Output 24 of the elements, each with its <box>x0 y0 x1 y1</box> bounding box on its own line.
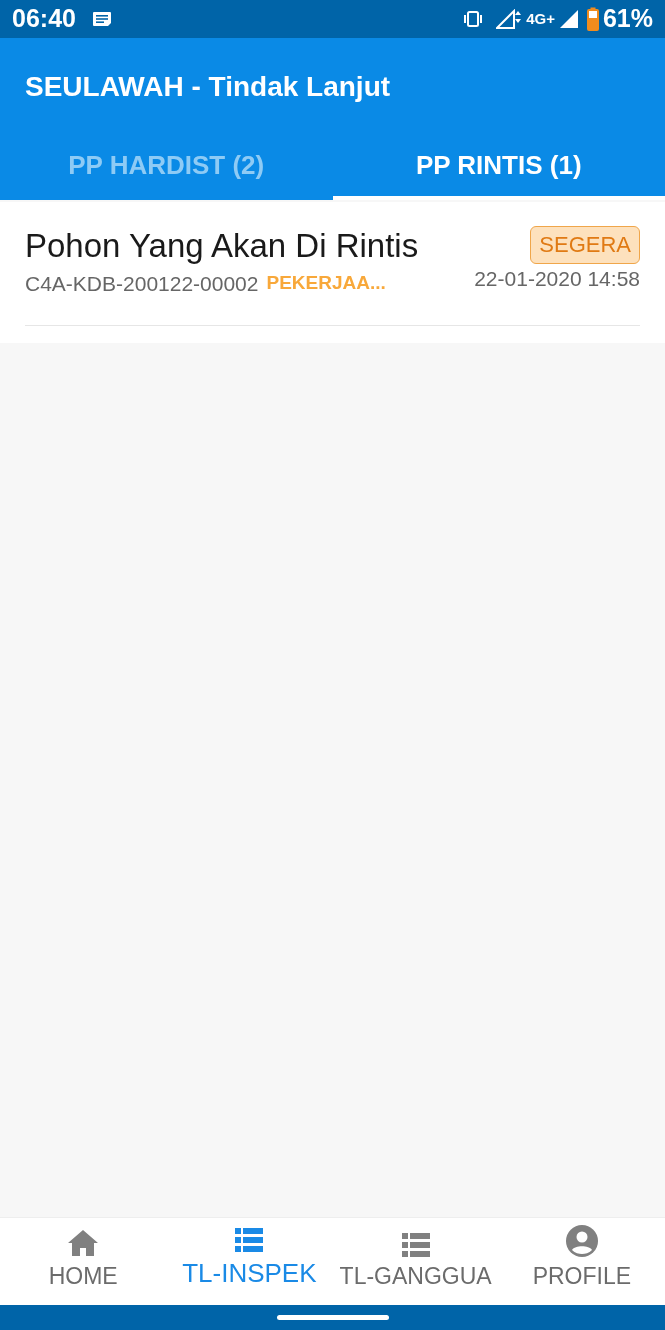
signal-icon <box>558 9 579 29</box>
home-icon <box>67 1228 100 1257</box>
item-code: C4A-KDB-200122-00002 <box>25 270 259 297</box>
battery-icon <box>586 7 599 31</box>
list-item[interactable]: Pohon Yang Akan Di Rintis SEGERA C4A-KDB-200122-00002 PEKERJAA... 22-01-2020 14:58 <box>0 202 665 343</box>
list-icon <box>401 1232 430 1257</box>
nav-item[interactable]: PROFILE <box>498 1218 665 1305</box>
item-status: PEKERJAA... <box>266 271 386 296</box>
priority-badge: SEGERA <box>530 226 640 265</box>
battery-percent: 61% <box>602 3 653 35</box>
message-icon <box>91 11 112 27</box>
nav-item[interactable]: TL-GANGGUA <box>332 1218 499 1305</box>
home-handle[interactable] <box>276 1315 389 1320</box>
status-time: 06:40 <box>12 3 76 35</box>
network-type: 4G+ <box>526 8 555 29</box>
nav-item[interactable]: HOME <box>0 1218 167 1305</box>
vibrate-icon <box>462 11 485 27</box>
item-datetime: 22-01-2020 14:58 <box>474 265 640 292</box>
item-title: Pohon Yang Akan Di Rintis <box>25 226 419 266</box>
list-icon <box>235 1228 264 1252</box>
nav-item[interactable]: TL-INSPEK <box>166 1218 333 1305</box>
profile-icon <box>565 1224 598 1257</box>
signal-icon <box>496 9 523 29</box>
app-title: SEULAWAH - Tindak Lanjut <box>24 70 392 104</box>
